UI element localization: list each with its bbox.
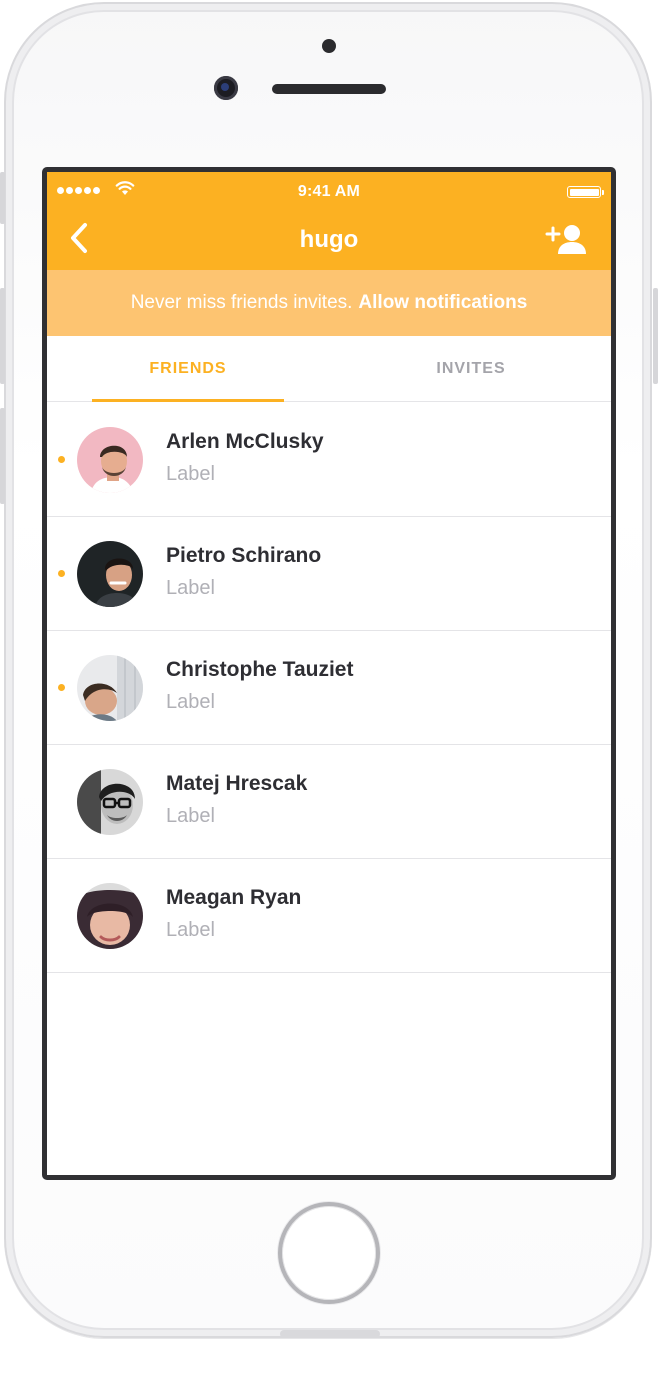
unread-dot (58, 570, 65, 577)
home-button[interactable] (278, 1202, 380, 1304)
status-bar: 9:41 AM (47, 172, 611, 206)
battery-icon (567, 186, 604, 198)
page-title: hugo (299, 226, 359, 253)
friend-subtitle: Label (166, 919, 215, 941)
friend-subtitle: Label (166, 577, 215, 599)
avatar (77, 883, 143, 949)
phone-screen: 9:41 AM hugo Never miss friends invites.… (42, 167, 616, 1180)
banner-text: Never miss friends invites. (130, 292, 353, 313)
active-tab-indicator (92, 399, 284, 402)
app-header: 9:41 AM hugo (47, 172, 611, 270)
friend-name: Pietro Schirano (166, 544, 322, 567)
friend-subtitle: Label (166, 463, 215, 485)
friend-name: Meagan Ryan (166, 886, 302, 909)
earpiece-speaker (272, 84, 386, 94)
friend-row[interactable]: Pietro Schirano Label (47, 517, 611, 631)
friend-name: Arlen McClusky (166, 430, 324, 453)
add-person-icon (545, 225, 586, 254)
volume-down-button (0, 408, 5, 504)
unread-dot (58, 684, 65, 691)
friend-name: Christophe Tauziet (166, 658, 354, 681)
friend-subtitle: Label (166, 805, 215, 827)
friend-row[interactable]: Matej Hrescak Label (47, 745, 611, 859)
friends-list: Arlen McClusky Label Pietro Schirano Lab… (47, 403, 611, 973)
friend-row[interactable]: Meagan Ryan Label (47, 859, 611, 973)
avatar (77, 655, 143, 721)
proximity-sensor (322, 39, 336, 53)
tab-invites[interactable]: INVITES (375, 336, 567, 402)
battery-fill (569, 188, 599, 196)
avatar (77, 769, 143, 835)
phone-base-shadow (280, 1330, 380, 1338)
volume-up-button (0, 288, 5, 384)
status-time: 9:41 AM (297, 183, 361, 200)
unread-dot (58, 456, 65, 463)
chevron-left-icon (71, 223, 87, 253)
tab-bar: FRIENDS INVITES (47, 336, 611, 402)
back-button[interactable] (63, 218, 97, 258)
front-camera-icon (214, 76, 238, 100)
avatar (77, 541, 143, 607)
add-friend-button[interactable] (539, 220, 591, 260)
friend-row[interactable]: Arlen McClusky Label (47, 403, 611, 517)
avatar (77, 427, 143, 493)
tab-friends[interactable]: FRIENDS (92, 336, 284, 402)
mute-switch (0, 172, 5, 224)
friend-name: Matej Hrescak (166, 772, 308, 795)
notification-banner: Never miss friends invites. Allow notifi… (47, 270, 611, 336)
allow-notifications-link[interactable]: Allow notifications (358, 292, 527, 314)
power-button (653, 288, 658, 384)
friend-subtitle: Label (166, 691, 215, 713)
friend-row[interactable]: Christophe Tauziet Label (47, 631, 611, 745)
